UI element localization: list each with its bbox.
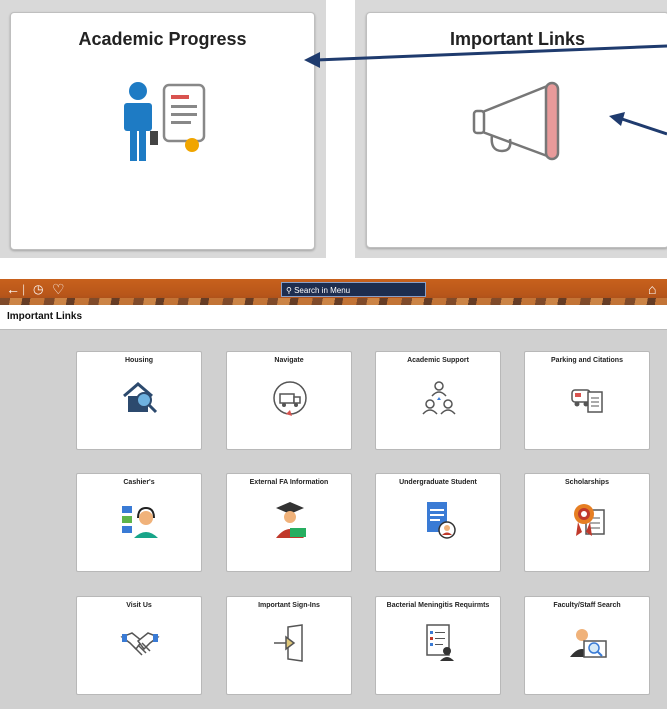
search-input[interactable]: ⚲ Search in Menu	[281, 282, 426, 297]
graduate-money-icon	[276, 502, 306, 538]
banner-header: ← | ◷ ♡ ⚲ Search in Menu ⌂	[0, 279, 667, 305]
car-ticket-icon	[571, 389, 603, 413]
megaphone-icon	[472, 81, 560, 161]
tile-wrap-left: Academic Progress	[0, 0, 326, 258]
zoomed-tiles-panel: Academic Progress Important Links	[0, 0, 667, 258]
tile-housing[interactable]: Housing	[76, 351, 202, 450]
tile-label: Parking and Citations	[551, 357, 623, 364]
truck-route-icon	[273, 381, 307, 416]
app-window: ← | ◷ ♡ ⚲ Search in Menu ⌂ Important Lin…	[0, 279, 667, 709]
tile-academic-progress[interactable]: Academic Progress	[10, 12, 315, 250]
banner-decoration	[0, 298, 667, 305]
checklist-person-icon	[426, 624, 454, 661]
tile-parking-and-citations[interactable]: Parking and Citations	[524, 351, 650, 450]
cashier-headset-icon	[122, 506, 158, 538]
tile-label: Navigate	[274, 357, 304, 364]
tile-cashiers[interactable]: Cashier's	[76, 473, 202, 572]
person-magnifier-icon	[570, 629, 607, 658]
student-document-icon	[427, 502, 456, 539]
tile-bacterial-meningitis-requirmts[interactable]: Bacterial Meningitis Requirmts	[375, 596, 501, 695]
house-search-icon	[123, 382, 158, 414]
sign-in-door-icon	[274, 624, 303, 662]
tile-label: Housing	[125, 357, 153, 364]
tile-title: Academic Progress	[78, 29, 247, 49]
tile-label: Bacterial Meningitis Requirmts	[386, 602, 490, 609]
people-network-icon	[422, 381, 456, 415]
tile-external-fa-information[interactable]: External FA Information	[226, 473, 352, 572]
tile-important-sign-ins[interactable]: Important Sign-Ins	[226, 596, 352, 695]
tile-label: Cashier's	[123, 479, 155, 486]
arrow-left-icon[interactable]: ←	[6, 281, 20, 297]
tile-label: Visit Us	[126, 602, 152, 609]
annotation-arrow-left	[304, 44, 667, 68]
tile-label: Important Sign-Ins	[258, 602, 320, 609]
clock-icon[interactable]: ◷	[33, 281, 43, 297]
tile-label: Faculty/Staff Search	[553, 602, 621, 609]
tile-label: External FA Information	[249, 479, 329, 486]
search-placeholder: Search in Menu	[294, 286, 351, 295]
tile-label: Undergraduate Student	[399, 479, 477, 486]
tile-academic-support[interactable]: Academic Support	[375, 351, 501, 450]
tile-navigate[interactable]: Navigate	[226, 351, 352, 450]
page-title: Important Links	[7, 311, 83, 322]
tile-scholarships[interactable]: Scholarships	[524, 473, 650, 572]
award-ribbon-icon	[574, 504, 605, 536]
separator: |	[22, 282, 26, 296]
annotation-arrow-right	[609, 112, 667, 136]
tile-label: Academic Support	[407, 357, 469, 364]
handshake-icon	[120, 632, 160, 656]
tile-visit-us[interactable]: Visit Us	[76, 596, 202, 695]
tile-faculty-staff-search[interactable]: Faculty/Staff Search	[524, 596, 650, 695]
search-icon: ⚲	[286, 286, 292, 295]
page-header: Important Links	[0, 305, 667, 330]
tile-undergraduate-student[interactable]: Undergraduate Student	[375, 473, 501, 572]
student-certificate-icon	[124, 82, 206, 161]
home-icon[interactable]: ⌂	[648, 281, 656, 297]
heart-icon[interactable]: ♡	[52, 281, 65, 297]
tile-label: Scholarships	[565, 479, 609, 486]
